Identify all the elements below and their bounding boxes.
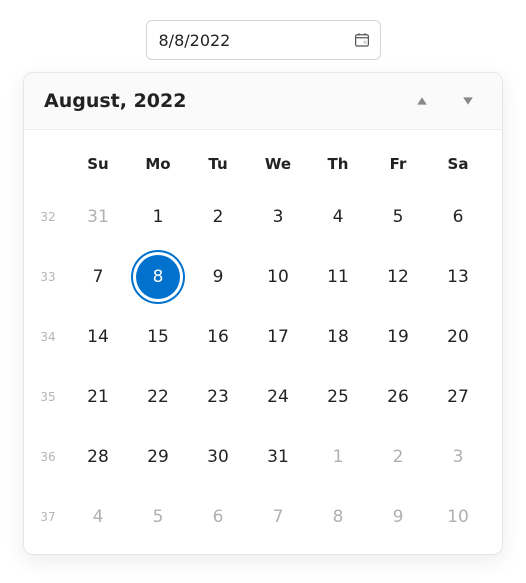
week-number: 32 bbox=[28, 190, 68, 244]
week-number: 33 bbox=[28, 250, 68, 304]
day-cell[interactable]: 3 bbox=[248, 190, 308, 244]
day-cell[interactable]: 13 bbox=[428, 250, 488, 304]
day-cell-other-month[interactable]: 4 bbox=[68, 490, 128, 544]
day-cell-selected[interactable]: 8 bbox=[128, 250, 188, 304]
day-cell[interactable]: 19 bbox=[368, 310, 428, 364]
day-cell[interactable]: 22 bbox=[128, 370, 188, 424]
week-number: 34 bbox=[28, 310, 68, 364]
day-cell[interactable]: 21 bbox=[68, 370, 128, 424]
weekday-header: We bbox=[248, 144, 308, 184]
day-cell-other-month[interactable]: 8 bbox=[308, 490, 368, 544]
day-cell[interactable]: 23 bbox=[188, 370, 248, 424]
day-cell[interactable]: 29 bbox=[128, 430, 188, 484]
day-cell-other-month[interactable]: 31 bbox=[68, 190, 128, 244]
week-number: 35 bbox=[28, 370, 68, 424]
calendar-header: August, 2022 bbox=[24, 73, 502, 130]
day-cell[interactable]: 25 bbox=[308, 370, 368, 424]
day-cell-other-month[interactable]: 9 bbox=[368, 490, 428, 544]
day-cell[interactable]: 10 bbox=[248, 250, 308, 304]
day-cell[interactable]: 26 bbox=[368, 370, 428, 424]
day-cell-other-month[interactable]: 3 bbox=[428, 430, 488, 484]
day-cell[interactable]: 17 bbox=[248, 310, 308, 364]
day-cell[interactable]: 2 bbox=[188, 190, 248, 244]
triangle-up-icon bbox=[416, 92, 428, 111]
weekday-header: Su bbox=[68, 144, 128, 184]
calendar-title[interactable]: August, 2022 bbox=[44, 90, 390, 112]
next-month-button[interactable] bbox=[454, 87, 482, 115]
calendar-popup: August, 2022 SuMoTuWeThFrSa3231123456337… bbox=[23, 72, 503, 555]
weekday-header: Sa bbox=[428, 144, 488, 184]
day-cell[interactable]: 15 bbox=[128, 310, 188, 364]
week-number: 36 bbox=[28, 430, 68, 484]
weekday-header: Tu bbox=[188, 144, 248, 184]
calendar-icon[interactable] bbox=[353, 31, 371, 49]
day-cell[interactable]: 5 bbox=[368, 190, 428, 244]
date-input[interactable] bbox=[146, 20, 381, 60]
weekday-header: Fr bbox=[368, 144, 428, 184]
day-cell[interactable]: 27 bbox=[428, 370, 488, 424]
day-cell-other-month[interactable]: 6 bbox=[188, 490, 248, 544]
weekday-header: Th bbox=[308, 144, 368, 184]
day-cell[interactable]: 4 bbox=[308, 190, 368, 244]
day-cell-other-month[interactable]: 7 bbox=[248, 490, 308, 544]
date-input-container bbox=[146, 20, 381, 60]
day-cell[interactable]: 28 bbox=[68, 430, 128, 484]
day-cell[interactable]: 31 bbox=[248, 430, 308, 484]
day-cell[interactable]: 20 bbox=[428, 310, 488, 364]
day-cell-other-month[interactable]: 2 bbox=[368, 430, 428, 484]
day-cell-other-month[interactable]: 5 bbox=[128, 490, 188, 544]
day-cell[interactable]: 30 bbox=[188, 430, 248, 484]
prev-month-button[interactable] bbox=[408, 87, 436, 115]
day-cell[interactable]: 14 bbox=[68, 310, 128, 364]
calendar-grid: SuMoTuWeThFrSa32311234563378910111213341… bbox=[24, 130, 502, 554]
day-cell[interactable]: 1 bbox=[128, 190, 188, 244]
day-cell-other-month[interactable]: 1 bbox=[308, 430, 368, 484]
day-cell[interactable]: 11 bbox=[308, 250, 368, 304]
week-number: 37 bbox=[28, 490, 68, 544]
week-number-header bbox=[28, 144, 68, 184]
weekday-header: Mo bbox=[128, 144, 188, 184]
day-cell[interactable]: 24 bbox=[248, 370, 308, 424]
triangle-down-icon bbox=[462, 92, 474, 111]
day-cell[interactable]: 18 bbox=[308, 310, 368, 364]
day-cell[interactable]: 6 bbox=[428, 190, 488, 244]
day-cell[interactable]: 12 bbox=[368, 250, 428, 304]
day-cell[interactable]: 9 bbox=[188, 250, 248, 304]
day-cell[interactable]: 16 bbox=[188, 310, 248, 364]
day-cell-other-month[interactable]: 10 bbox=[428, 490, 488, 544]
day-cell[interactable]: 7 bbox=[68, 250, 128, 304]
